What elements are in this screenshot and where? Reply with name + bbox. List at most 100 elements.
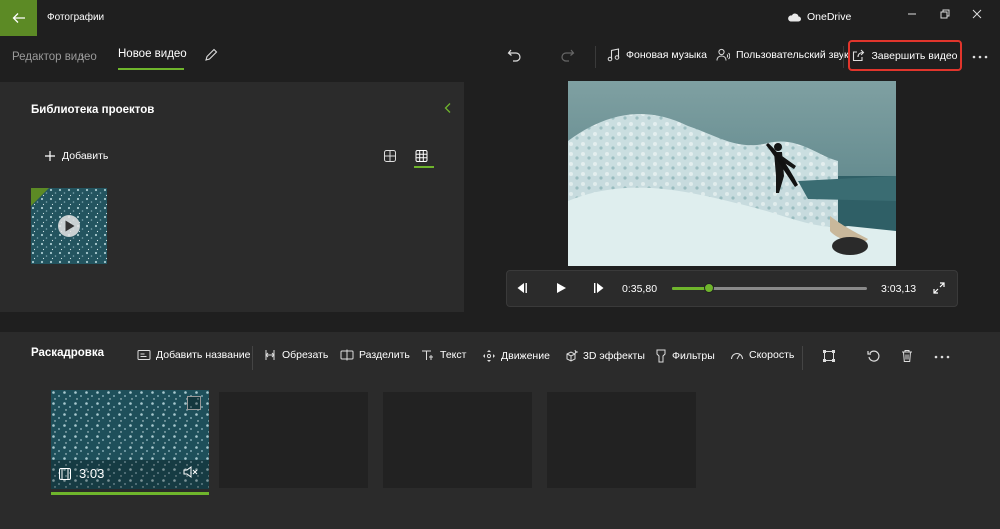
add-media-label: Добавить [62,150,109,162]
play-button[interactable] [555,282,567,294]
undo-icon [507,49,521,62]
speed-icon [731,353,743,360]
restore-button[interactable] [930,4,960,24]
rename-button[interactable] [204,48,218,62]
redo-icon [561,49,575,62]
video-preview[interactable] [568,81,896,266]
filters-button[interactable]: Фильтры [655,349,715,363]
previous-frame-button[interactable] [515,282,529,294]
split-button[interactable]: Разделить [340,349,410,361]
total-time: 3:03,13 [881,283,917,295]
rotate-button[interactable] [867,349,881,363]
tool-label: Разделить [359,349,410,361]
trash-icon [902,350,912,362]
close-button[interactable] [962,4,992,24]
ellipsis-icon [934,355,950,359]
current-time: 0:35,80 [622,283,658,295]
tool-label: 3D эффекты [583,350,645,362]
filters-icon [656,349,666,363]
grid-small-icon [415,150,428,162]
3d-effects-button[interactable]: 3D эффекты [564,349,645,363]
library-title: Библиотека проектов [31,104,155,116]
cloud-icon [788,13,801,21]
project-title: Новое видео [118,48,187,60]
tool-label: Движение [501,350,550,362]
fullscreen-button[interactable] [933,282,945,294]
more-options-button[interactable] [970,51,990,63]
clip-select-checkbox[interactable] [187,396,201,410]
title-card-icon [137,350,151,360]
delete-button[interactable] [901,349,913,363]
expand-icon [933,282,945,294]
add-title-card-button[interactable]: Добавить название [137,349,250,361]
next-frame-button[interactable] [592,282,606,294]
music-note-icon [607,48,620,62]
finish-video-label: Завершить видео [871,49,958,62]
storyboard-title: Раскадровка [31,347,105,359]
text-button[interactable]: Текст [421,349,466,361]
play-icon [557,283,566,293]
motion-button[interactable]: Движение [482,349,550,363]
empty-storyboard-slot [547,392,696,488]
small-grid-view-button[interactable] [414,149,430,163]
storyboard-divider [252,346,253,370]
onedrive-label: OneDrive [807,11,852,23]
empty-storyboard-slot [383,392,532,488]
large-grid-view-button[interactable] [383,149,397,163]
clip-duration: 3:03 [79,466,105,481]
empty-storyboard-slot [219,392,368,488]
collapse-library-button[interactable] [443,102,453,114]
redo-button[interactable] [560,48,575,62]
step-forward-icon [594,283,604,293]
project-title-underline [118,68,184,70]
close-icon [972,9,982,19]
speed-button[interactable]: Скорость [730,349,794,361]
surfer-preview-image [568,81,896,266]
ellipsis-icon [972,55,988,59]
person-audio-icon [716,48,730,61]
toolbar-divider [843,46,844,68]
trim-icon [265,350,275,360]
undo-button[interactable] [507,48,522,62]
toolbar-divider [595,46,596,68]
seek-bar-thumb[interactable] [704,283,714,293]
tool-label: Добавить название [156,349,251,361]
motion-icon [483,350,495,362]
back-button[interactable] [0,0,37,36]
3d-effects-icon [566,349,578,362]
split-icon [340,349,354,361]
selected-view-underline [414,166,434,168]
custom-audio-button[interactable]: Пользовательский звук [716,48,849,62]
selected-clip-indicator [51,492,209,495]
onedrive-status[interactable]: OneDrive [787,11,851,23]
resize-button[interactable] [822,349,836,363]
clip-volume-button[interactable] [183,466,199,478]
crop-frame-icon [823,350,835,362]
app-title: Фотографии [47,12,105,23]
restore-icon [940,9,950,19]
library-media-thumbnail[interactable] [31,188,107,264]
tool-label: Текст [440,349,467,361]
rotate-icon [867,350,880,362]
arrow-left-icon [12,13,25,23]
share-export-icon [853,49,865,62]
tool-label: Обрезать [282,349,329,361]
tool-label: Скорость [749,349,795,361]
breadcrumb-separator-icon: › [80,49,85,64]
step-back-icon [517,283,527,293]
trim-button[interactable]: Обрезать [263,349,328,361]
background-music-button[interactable]: Фоновая музыка [607,48,707,62]
film-icon [58,467,72,481]
add-media-button[interactable]: Добавить [44,150,108,162]
text-icon [422,350,433,360]
finish-video-button[interactable]: Завершить видео [848,40,962,71]
minimize-button[interactable] [897,4,927,24]
muted-speaker-icon [183,466,198,478]
tool-label: Фильтры [672,350,715,362]
storyboard-more-button[interactable] [932,354,952,360]
chevron-left-icon [444,103,451,113]
custom-audio-label: Пользовательский звук [736,49,849,61]
storyboard-divider [802,346,803,370]
minimize-icon [908,13,916,15]
background-music-label: Фоновая музыка [626,49,707,61]
